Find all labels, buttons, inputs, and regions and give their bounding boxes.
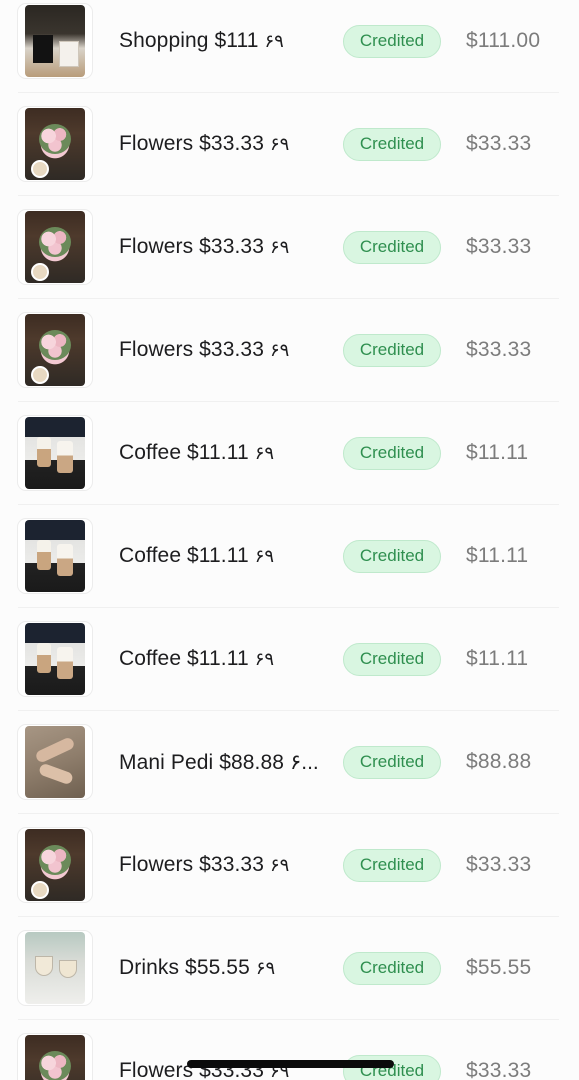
transaction-title: Coffee $11.11 ۶۹ xyxy=(119,647,275,670)
status-badge: Credited xyxy=(343,951,441,985)
transaction-row[interactable]: Coffee $11.11 ۶۹ Credited $11.11 xyxy=(18,608,559,711)
emoji-glyph: ۶۹ xyxy=(254,649,275,670)
transaction-thumbnail xyxy=(18,931,92,1005)
transaction-amount: $33.33 xyxy=(466,853,532,876)
transaction-thumbnail xyxy=(18,519,92,593)
transaction-thumbnail xyxy=(18,416,92,490)
emoji-glyph: ۶۹ xyxy=(254,443,275,464)
transaction-title: Shopping $111 ۶۹ xyxy=(119,29,284,52)
home-indicator[interactable] xyxy=(187,1060,394,1068)
transaction-thumbnail xyxy=(18,1034,92,1080)
transaction-row[interactable]: Drinks $55.55 ۶۹ Credited $55.55 xyxy=(18,917,559,1020)
emoji-glyph: ۶۹ xyxy=(254,546,275,567)
transaction-title: Coffee $11.11 ۶۹ xyxy=(119,441,275,464)
status-badge: Credited xyxy=(343,24,441,58)
status-badge: Credited xyxy=(343,539,441,573)
drinks-photo xyxy=(25,932,85,1004)
transaction-thumbnail xyxy=(18,828,92,902)
transaction-row[interactable]: Mani Pedi $88.88 ۶... Credited $88.88 xyxy=(18,711,559,814)
transaction-row[interactable]: Coffee $11.11 ۶۹ Credited $11.11 xyxy=(18,402,559,505)
transaction-amount: $11.11 xyxy=(466,441,529,464)
transactions-screen: Shopping $111 ۶۹ Credited $111.00 Flowers… xyxy=(0,0,579,1080)
status-badge: Credited xyxy=(343,230,441,264)
transaction-amount: $55.55 xyxy=(466,956,532,979)
transaction-amount: $11.11 xyxy=(466,647,529,670)
emoji-glyph: ۶۹ xyxy=(269,237,290,258)
emoji-glyph: ۶۹ xyxy=(269,134,290,155)
transaction-thumbnail xyxy=(18,313,92,387)
transaction-title: Flowers $33.33 ۶۹ xyxy=(119,853,290,876)
transaction-amount: $33.33 xyxy=(466,1059,532,1080)
transaction-amount: $111.00 xyxy=(466,29,541,52)
transaction-amount: $33.33 xyxy=(466,132,532,155)
transaction-row[interactable]: Flowers $33.33 ۶۹ Credited $33.33 xyxy=(18,196,559,299)
shopping-photo xyxy=(25,5,85,77)
emoji-glyph: ۶۹ xyxy=(264,31,284,52)
coffee-photo xyxy=(25,417,85,489)
emoji-glyph: ۶۹ xyxy=(269,855,290,876)
flowers-photo xyxy=(25,211,85,283)
transaction-title: Flowers $33.33 ۶۹ xyxy=(119,132,290,155)
transaction-amount: $11.11 xyxy=(466,544,529,567)
coffee-photo xyxy=(25,623,85,695)
transaction-title: Coffee $11.11 ۶۹ xyxy=(119,544,275,567)
transaction-thumbnail xyxy=(18,725,92,799)
flowers-photo xyxy=(25,108,85,180)
coffee-photo xyxy=(25,520,85,592)
transaction-title: Flowers $33.33 ۶۹ xyxy=(119,235,290,258)
flowers-photo xyxy=(25,829,85,901)
transaction-amount: $88.88 xyxy=(466,750,532,773)
transaction-thumbnail xyxy=(18,210,92,284)
status-badge: Credited xyxy=(343,848,441,882)
transaction-thumbnail xyxy=(18,622,92,696)
transaction-amount: $33.33 xyxy=(466,338,532,361)
transaction-row[interactable]: Shopping $111 ۶۹ Credited $111.00 xyxy=(18,0,559,93)
transaction-row[interactable]: Flowers $33.33 ۶۹ Credited $33.33 xyxy=(18,93,559,196)
transaction-thumbnail xyxy=(18,107,92,181)
status-badge: Credited xyxy=(343,642,441,676)
status-badge: Credited xyxy=(343,333,441,367)
flowers-photo xyxy=(25,314,85,386)
transaction-list[interactable]: Shopping $111 ۶۹ Credited $111.00 Flowers… xyxy=(0,0,579,1080)
emoji-glyph: ۶۹ xyxy=(255,958,276,979)
flowers-photo xyxy=(25,1035,85,1080)
transaction-title: Drinks $55.55 ۶۹ xyxy=(119,956,276,979)
status-badge: Credited xyxy=(343,745,441,779)
transaction-row[interactable]: Flowers $33.33 ۶۹ Credited $33.33 xyxy=(18,1020,559,1080)
status-badge: Credited xyxy=(343,436,441,470)
transaction-title: Mani Pedi $88.88 ۶... xyxy=(119,750,319,774)
emoji-glyph: ۶۹ xyxy=(269,340,290,361)
transaction-title: Flowers $33.33 ۶۹ xyxy=(119,338,290,361)
transaction-amount: $33.33 xyxy=(466,235,532,258)
transaction-thumbnail xyxy=(18,4,92,78)
transaction-row[interactable]: Flowers $33.33 ۶۹ Credited $33.33 xyxy=(18,814,559,917)
transaction-row[interactable]: Coffee $11.11 ۶۹ Credited $11.11 xyxy=(18,505,559,608)
transaction-row[interactable]: Flowers $33.33 ۶۹ Credited $33.33 xyxy=(18,299,559,402)
status-badge: Credited xyxy=(343,127,441,161)
mani-pedi-photo xyxy=(25,726,85,798)
